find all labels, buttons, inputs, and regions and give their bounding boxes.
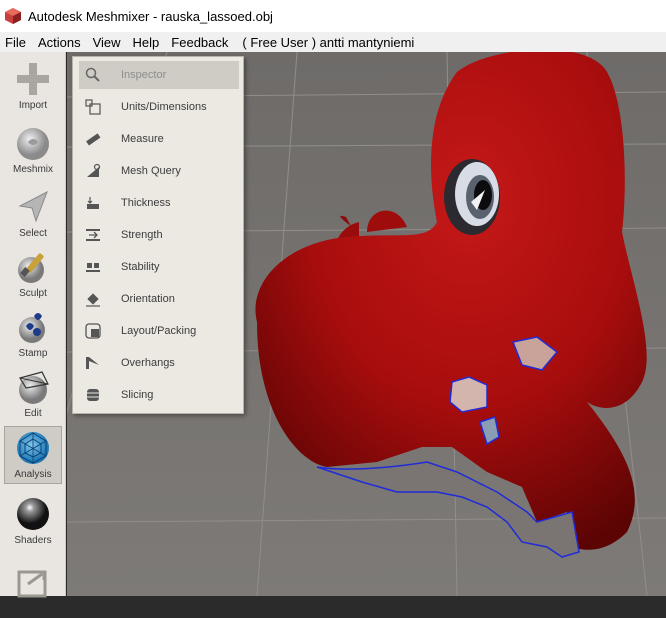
edit-button[interactable]: Edit	[4, 366, 62, 424]
meshmix-label: Meshmix	[12, 164, 53, 175]
select-label: Select	[19, 228, 47, 239]
user-label: ( Free User ) antti mantyniemi	[242, 34, 415, 50]
menu-item-inspector[interactable]: Inspector	[79, 61, 239, 89]
mesh-query-icon	[84, 162, 102, 180]
meshmixer-logo-icon	[5, 8, 21, 24]
menu-bar: File Actions View Help Feedback ( Free U…	[0, 32, 666, 52]
analysis-button[interactable]: Analysis	[4, 426, 62, 484]
slicing-label: Slicing	[121, 389, 154, 401]
import-label: Import	[18, 100, 48, 111]
menu-file[interactable]: File	[0, 35, 32, 50]
thickness-icon	[84, 194, 102, 212]
menu-view[interactable]: View	[87, 35, 127, 50]
stamp-icon	[19, 313, 45, 343]
plus-icon	[17, 63, 49, 95]
shaders-label: Shaders	[14, 535, 52, 546]
mesh-query-label: Mesh Query	[121, 165, 181, 177]
sculpt-label: Sculpt	[19, 288, 47, 299]
inspector-label: Inspector	[121, 69, 167, 81]
orientation-label: Orientation	[121, 293, 175, 305]
overhangs-icon	[84, 354, 102, 372]
ruler-icon	[84, 130, 102, 148]
layout-label: Layout/Packing	[121, 325, 197, 337]
stability-icon	[84, 258, 102, 276]
menu-actions[interactable]: Actions	[32, 35, 87, 50]
overhangs-label: Overhangs	[121, 357, 175, 369]
menu-item-overhangs[interactable]: Overhangs	[79, 349, 239, 377]
strength-label: Strength	[121, 229, 163, 241]
shaders-button[interactable]: Shaders	[4, 493, 62, 551]
measure-label: Measure	[121, 133, 164, 145]
menu-item-thickness[interactable]: Thickness	[79, 189, 239, 217]
layout-icon	[84, 322, 102, 340]
meshmix-button[interactable]: Meshmix	[4, 122, 62, 180]
strength-icon	[84, 226, 102, 244]
menu-item-stability[interactable]: Stability	[79, 253, 239, 281]
edit-icon	[19, 371, 49, 404]
sculpt-button[interactable]: Sculpt	[4, 246, 62, 304]
menu-item-slicing[interactable]: Slicing	[79, 381, 239, 409]
slicing-icon	[84, 386, 102, 404]
shader-sphere-icon	[17, 498, 49, 530]
meshmix-bunny-icon	[17, 128, 49, 160]
title-bar: Autodesk Meshmixer - rauska_lassoed.obj	[0, 0, 666, 32]
magnifier-icon	[84, 66, 102, 84]
import-button[interactable]: Import	[4, 58, 62, 116]
select-button[interactable]: Select	[4, 186, 62, 244]
edit-label: Edit	[24, 408, 42, 419]
select-arrow-icon	[18, 190, 48, 223]
export-icon	[17, 570, 47, 598]
menu-item-measure[interactable]: Measure	[79, 125, 239, 153]
window-title: Autodesk Meshmixer - rauska_lassoed.obj	[28, 8, 273, 24]
stamp-button[interactable]: Stamp	[4, 306, 62, 364]
menu-item-orientation[interactable]: Orientation	[79, 285, 239, 313]
analysis-label: Analysis	[14, 469, 52, 480]
menu-item-strength[interactable]: Strength	[79, 221, 239, 249]
analysis-dropdown-menu: Inspector Units/Dimensions Measure Mesh …	[72, 56, 244, 414]
tool-sidebar: Import Meshmix Select Sculpt Stamp Edit …	[0, 52, 66, 598]
units-box-icon	[84, 98, 102, 116]
stamp-label: Stamp	[18, 348, 48, 359]
stability-label: Stability	[121, 261, 160, 273]
menu-help[interactable]: Help	[127, 35, 166, 50]
analysis-mesh-icon	[17, 432, 49, 464]
menu-feedback[interactable]: Feedback	[165, 35, 234, 50]
units-label: Units/Dimensions	[121, 101, 207, 113]
orientation-icon	[84, 290, 102, 308]
thickness-label: Thickness	[121, 197, 171, 209]
menu-item-units-dimensions[interactable]: Units/Dimensions	[79, 93, 239, 121]
export-button[interactable]	[4, 560, 62, 618]
sculpt-brush-icon	[18, 253, 44, 283]
menu-item-mesh-query[interactable]: Mesh Query	[79, 157, 239, 185]
menu-item-layout-packing[interactable]: Layout/Packing	[79, 317, 239, 345]
